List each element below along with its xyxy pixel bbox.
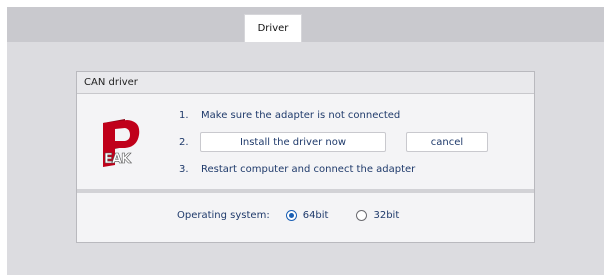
os-selector: Operating system: 64bit 32bit: [177, 207, 399, 223]
step-1-number: 1.: [179, 110, 189, 121]
radio-64bit-label[interactable]: 64bit: [303, 210, 329, 221]
can-driver-panel: CAN driver EAK 1. Make sure the adapter …: [76, 71, 535, 243]
radio-32bit[interactable]: [356, 209, 368, 221]
step-2-number: 2.: [179, 137, 189, 148]
step-3-number: 3.: [179, 164, 189, 175]
svg-text:EAK: EAK: [104, 152, 132, 167]
driver-window: Driver CAN driver EAK 1. Make sure the a…: [7, 7, 604, 275]
install-driver-button[interactable]: Install the driver now: [200, 132, 386, 152]
radio-64bit[interactable]: [285, 209, 297, 221]
panel-divider: [77, 189, 534, 193]
cancel-button[interactable]: cancel: [406, 132, 488, 152]
radio-32bit-label[interactable]: 32bit: [373, 210, 399, 221]
os-label: Operating system:: [177, 209, 270, 221]
step-1-text: Make sure the adapter is not connected: [201, 110, 401, 121]
peak-logo-icon: EAK: [103, 119, 140, 167]
tab-bar: Driver: [7, 7, 604, 42]
step-3-text: Restart computer and connect the adapter: [201, 164, 416, 175]
panel-title: CAN driver: [77, 72, 534, 94]
tab-driver[interactable]: Driver: [244, 14, 302, 42]
